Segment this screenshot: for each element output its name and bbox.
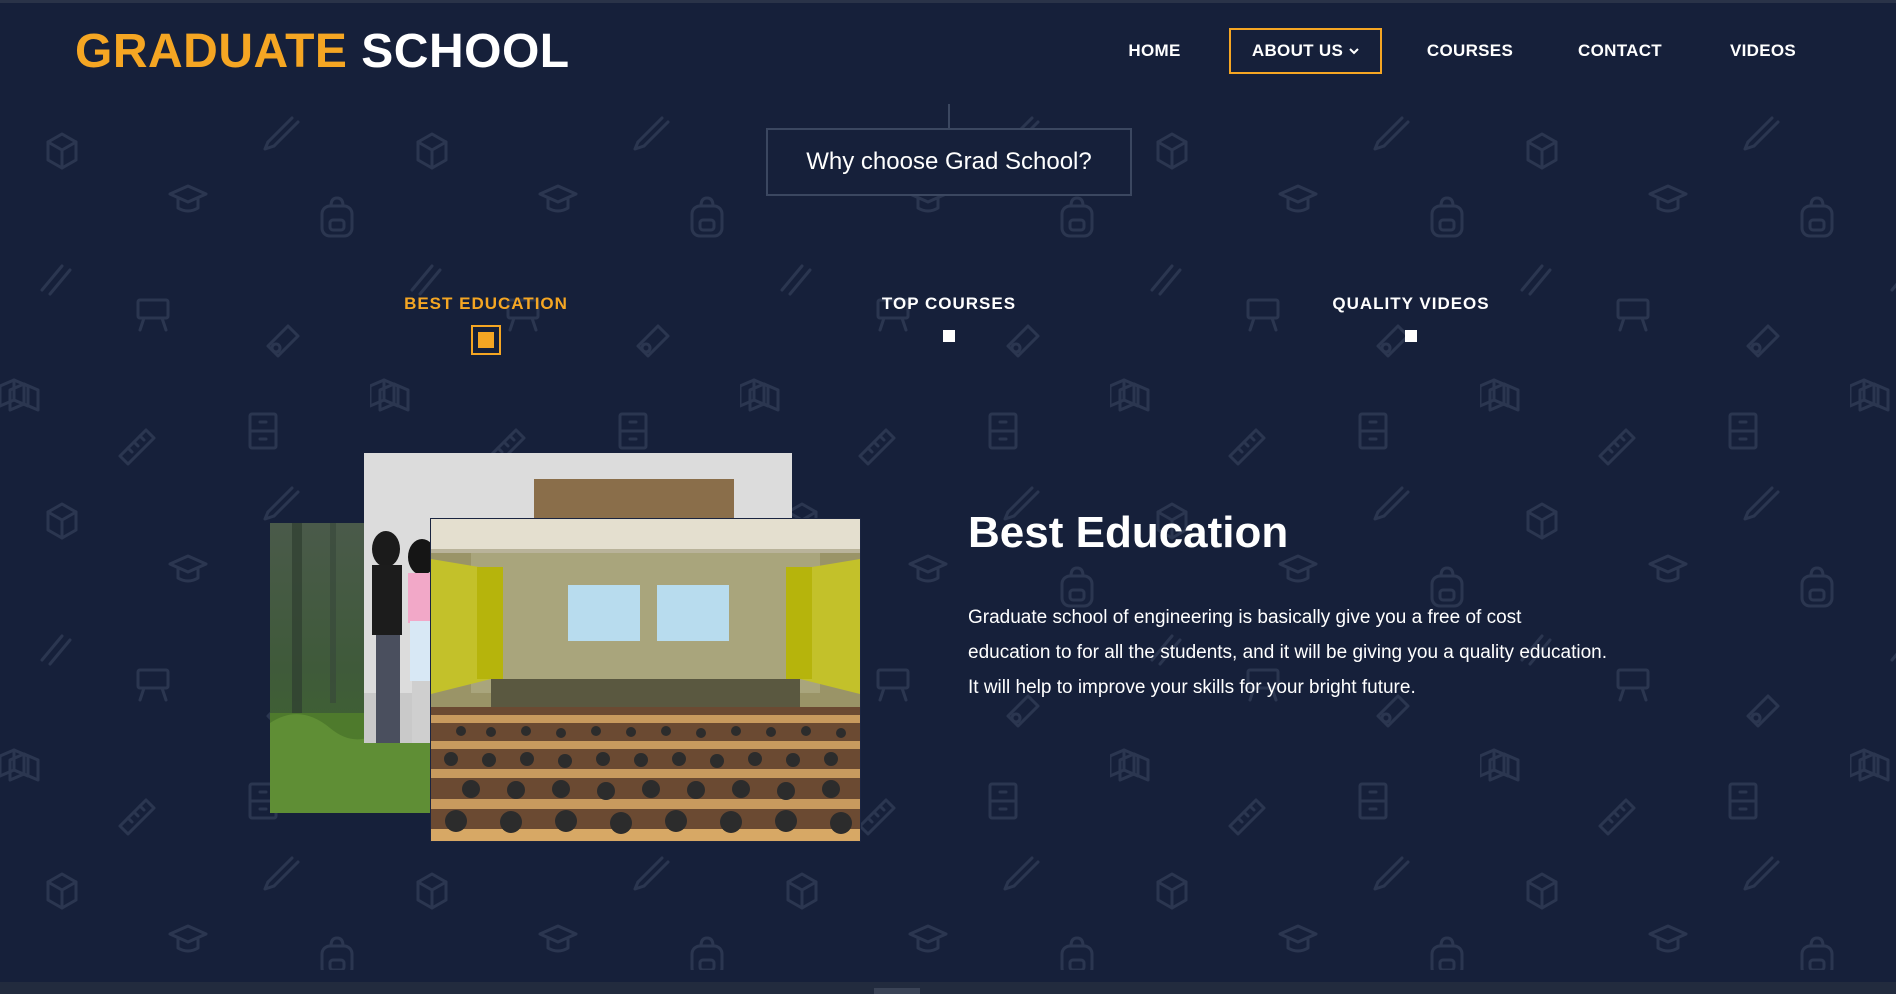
nav-item-videos[interactable]: VIDEOS (1712, 28, 1814, 74)
nav-item-label: CONTACT (1578, 41, 1662, 60)
nav-item-label: COURSES (1426, 41, 1514, 60)
nav-item-home[interactable]: HOME (1108, 28, 1201, 74)
title-connector-line (948, 104, 950, 128)
nav-item-label: VIDEOS (1729, 41, 1797, 60)
bottom-scrollbar[interactable] (0, 982, 1896, 994)
tab-marker (943, 330, 955, 342)
section-title: Why choose Grad School? (766, 128, 1132, 196)
nav-item-contact[interactable]: CONTACT (1563, 28, 1677, 74)
chevron-down-icon (1349, 44, 1359, 58)
page: GRADUATE SCHOOL HOME ABOUT US COURSES CO… (0, 0, 1896, 994)
logo-main-text: SCHOOL (361, 25, 570, 78)
tab-active-marker (471, 325, 501, 355)
nav-item-courses[interactable]: COURSES (1413, 28, 1527, 74)
nav-item-about-us[interactable]: ABOUT US (1229, 28, 1382, 74)
nav-item-label: HOME (1128, 41, 1181, 60)
logo-accent-text: GRADUATE (75, 25, 348, 78)
tab-best-education[interactable]: BEST EDUCATION (306, 294, 666, 355)
nav-item-label: ABOUT US (1251, 41, 1344, 60)
tab-label: TOP COURSES (881, 294, 1017, 313)
site-logo[interactable]: GRADUATE SCHOOL (75, 24, 570, 79)
scrollbar-thumb[interactable] (874, 988, 920, 994)
tab-top-courses[interactable]: TOP COURSES (769, 294, 1129, 342)
tab-quality-videos[interactable]: QUALITY VIDEOS (1231, 294, 1591, 342)
lecture-hall-image (431, 519, 860, 841)
tab-label: QUALITY VIDEOS (1332, 294, 1490, 313)
tab-marker (1405, 330, 1417, 342)
content-body: Graduate school of engineering is basica… (968, 607, 1608, 698)
tab-label: BEST EDUCATION (404, 294, 568, 313)
content-heading: Best Education (968, 508, 1289, 557)
